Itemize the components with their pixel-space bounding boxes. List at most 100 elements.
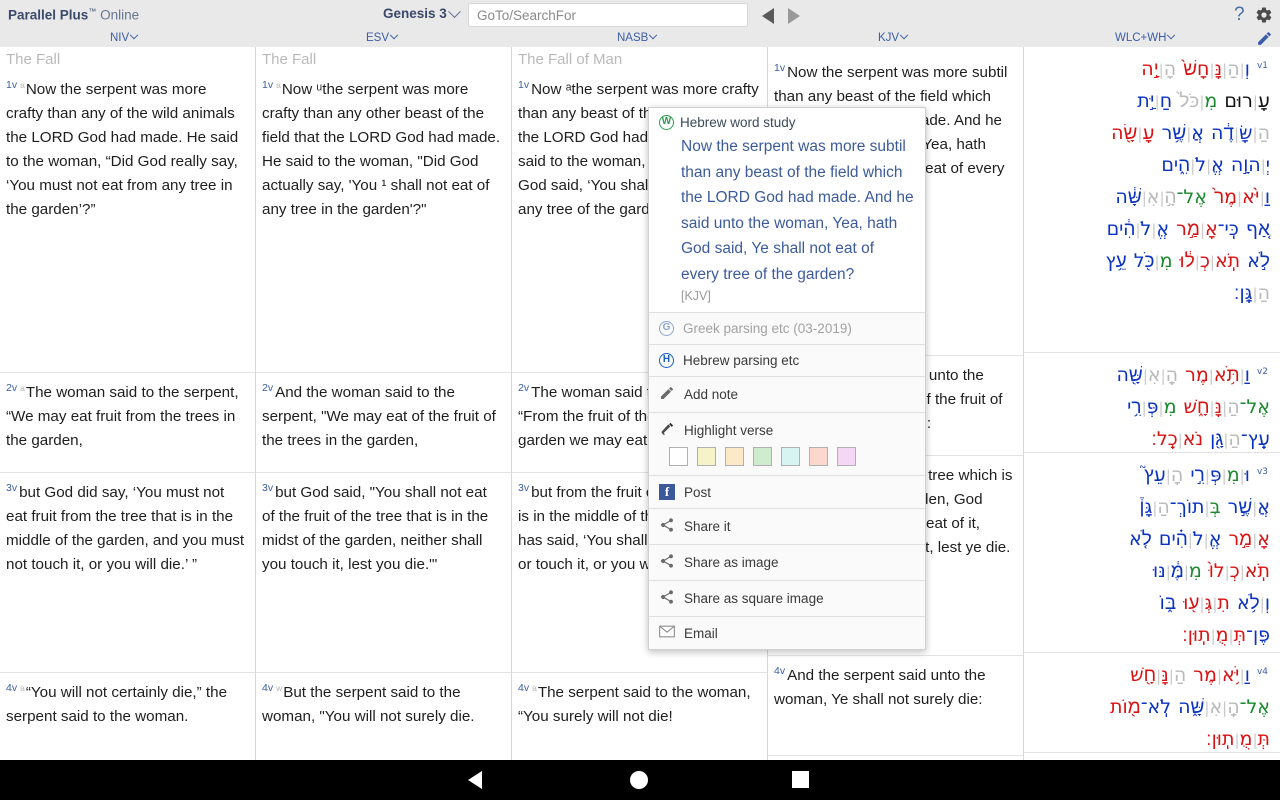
menu-item-label: Hebrew parsing etc — [683, 353, 800, 368]
verse-row[interactable]: 4v aThe serpent said to the woman, “You s… — [512, 673, 767, 760]
hebrew-verse-text: וַ|תֹּ֥א|מֶר הָֽ|אִ|שָּׁ֖ה אֶל־הַ|נָּ|חָ… — [1116, 364, 1270, 451]
version-label: NASB — [617, 32, 649, 44]
search-input[interactable] — [468, 3, 748, 27]
verse-number: 2v — [518, 382, 530, 394]
highlight-swatch-purple[interactable] — [837, 447, 856, 466]
chevron-down-icon — [447, 5, 461, 18]
verse-row[interactable]: 4v And the serpent said unto the woman, Y… — [768, 656, 1023, 756]
menu-item-greek-parsing[interactable]: G Greek parsing etc (03-2019) — [649, 313, 925, 345]
footnote-marker[interactable]: a — [532, 683, 537, 693]
hebrew-word-study-icon: W — [659, 115, 674, 130]
prev-arrow-icon[interactable] — [762, 8, 774, 24]
version-selector-niv[interactable]: NIV — [110, 30, 139, 44]
verse-number: 3v — [518, 482, 530, 494]
popup-quote-source: [KJV] — [681, 289, 711, 303]
verse-text: The woman said to the serpent, “We may e… — [6, 384, 239, 450]
verse-row[interactable]: v2 וַ|תֹּ֥א|מֶר הָֽ|אִ|שָּׁ֖ה אֶל־הַ|נָּ… — [1024, 353, 1280, 453]
verse-row[interactable]: 3v but God did say, ‘You must not eat fru… — [0, 473, 255, 673]
highlight-swatch-cyan[interactable] — [781, 447, 800, 466]
highlight-swatch-white[interactable] — [669, 447, 688, 466]
chevron-down-icon — [899, 30, 909, 40]
verse-row[interactable]: 2v aThe woman said to the serpent, “We ma… — [0, 373, 255, 473]
verse-number: v1 — [1256, 61, 1268, 71]
highlight-verse-label: Highlight verse — [684, 423, 774, 438]
gear-icon[interactable] — [1255, 6, 1273, 29]
version-selector-esv[interactable]: ESV — [366, 30, 399, 44]
add-note-pencil-icon — [659, 385, 675, 404]
android-navigation-bar — [0, 760, 1280, 800]
recents-square-icon[interactable] — [792, 771, 809, 788]
highlight-swatch-red[interactable] — [809, 447, 828, 466]
verse-number: 1v — [518, 79, 530, 91]
highlight-swatch-yellow[interactable] — [697, 447, 716, 466]
verse-text: And the woman said to the serpent, "We m… — [262, 384, 496, 450]
next-arrow-icon[interactable] — [788, 8, 800, 24]
parallel-columns: The Fall 1v aNow the serpent was more cra… — [0, 47, 1280, 760]
verse-number: 2v — [262, 382, 274, 394]
version-header-row: NIV ESV NASB KJV WLC+WH — [0, 30, 1280, 47]
hebrew-word-study-item[interactable]: W Hebrew word study — [659, 115, 915, 130]
verse-row[interactable]: 1v aNow the serpent was more crafty than … — [0, 70, 255, 373]
brand-trademark: ™ — [88, 7, 97, 17]
home-circle-icon[interactable] — [630, 771, 648, 789]
top-toolbar: Parallel Plus™ Online Genesis 3 ? — [0, 0, 1280, 30]
share-icon — [659, 589, 675, 608]
help-icon[interactable]: ? — [1234, 4, 1245, 26]
highlight-swatch-orange[interactable] — [725, 447, 744, 466]
footnote-marker[interactable]: a — [20, 80, 25, 90]
menu-item-hebrew-parsing[interactable]: H Hebrew parsing etc — [649, 345, 925, 377]
verse-number: 1v — [774, 62, 786, 74]
menu-item-label: Share as square image — [684, 591, 824, 606]
verse-number: 3v — [6, 482, 18, 494]
verse-row[interactable]: 4v a“You will not certainly die,” the ser… — [0, 673, 255, 760]
hebrew-verse-text: וּ|מִ|פְּ|רִ֣י הָ|עֵץ֮ אֲ|שֶׁ֣ר בְּ|תוֹך… — [1129, 464, 1270, 647]
share-icon — [659, 517, 675, 536]
menu-item-email[interactable]: Email — [649, 617, 925, 649]
version-selector-wlcwh[interactable]: WLC+WH — [1115, 30, 1176, 44]
footnote-marker[interactable]: w — [276, 683, 282, 693]
version-selector-nasb[interactable]: NASB — [617, 30, 658, 44]
highlight-swatch-green[interactable] — [753, 447, 772, 466]
verse-text: Now the serpent was more crafty than any… — [6, 81, 239, 219]
menu-item-post[interactable]: f Post — [649, 476, 925, 509]
menu-item-add-note[interactable]: Add note — [649, 377, 925, 413]
verse-number: 1v — [6, 79, 18, 91]
verse-row[interactable]: v1 וְ|הַ|נָּ|חָשׁ֙ הָ|יָ֣ה עָ|רוּם מִ|כֹ… — [1024, 47, 1280, 353]
footnote-marker[interactable]: a — [276, 80, 281, 90]
menu-item-share-as-image[interactable]: Share as image — [649, 545, 925, 581]
menu-item-share-it[interactable]: Share it — [649, 509, 925, 545]
brand-online-label: Online — [100, 7, 140, 23]
verse-text: And the serpent said unto the woman, Ye … — [774, 667, 986, 709]
menu-item-label: Greek parsing etc (03-2019) — [683, 321, 852, 336]
brand-name: Parallel Plus — [8, 7, 89, 23]
chevron-down-icon — [649, 30, 658, 40]
highlighter-icon — [659, 421, 675, 440]
verse-row[interactable]: 1v aNow ᵘthe serpent was more crafty than… — [256, 70, 511, 373]
verse-number: 4v — [262, 682, 274, 694]
back-triangle-icon[interactable] — [468, 771, 482, 789]
verse-text: but God did say, ‘You must not eat fruit… — [6, 484, 245, 574]
footnote-marker[interactable]: a — [20, 683, 25, 693]
verse-row[interactable]: v3 וּ|מִ|פְּ|רִ֣י הָ|עֵץ֮ אֲ|שֶׁ֣ר בְּ|ת… — [1024, 453, 1280, 653]
verse-number: 4v — [774, 665, 786, 677]
verse-row[interactable]: 4v wBut the serpent said to the woman, "Y… — [256, 673, 511, 760]
reference-selector[interactable]: Genesis 3 — [383, 5, 461, 21]
menu-item-label: Add note — [684, 387, 739, 402]
verse-text: “You will not certainly die,” the serpen… — [6, 684, 228, 726]
menu-item-share-as-square-image[interactable]: Share as square image — [649, 581, 925, 617]
popup-header: W Hebrew word study Now the serpent was … — [649, 108, 925, 313]
verse-number: 4v — [6, 682, 18, 694]
chevron-down-icon — [1167, 30, 1176, 40]
app-title: Parallel Plus™ Online — [8, 7, 139, 23]
verse-row[interactable]: 2v And the woman said to the serpent, "We… — [256, 373, 511, 473]
version-selector-kjv[interactable]: KJV — [878, 30, 909, 44]
column-wlcwh-hebrew: v1 וְ|הַ|נָּ|חָשׁ֙ הָ|יָ֣ה עָ|רוּם מִ|כֹ… — [1024, 47, 1280, 760]
verse-row[interactable]: 3v but God said, "You shall not eat of th… — [256, 473, 511, 673]
menu-item-label: Post — [684, 484, 712, 500]
verse-row[interactable]: v4 וַ|יֹּ֥א|מֶר הַ|נָּ|חָ֖שׁ אֶל־הָֽ|אִ|… — [1024, 653, 1280, 753]
verse-number: 2v — [6, 382, 18, 394]
verse-number: v2 — [1256, 367, 1268, 377]
hebrew-verse-text: וַ|יֹּ֥א|מֶר הַ|נָּ|חָ֖שׁ אֶל־הָֽ|אִ|שָּ… — [1109, 664, 1270, 751]
version-label: WLC+WH — [1115, 32, 1167, 44]
footnote-marker[interactable]: a — [20, 383, 25, 393]
